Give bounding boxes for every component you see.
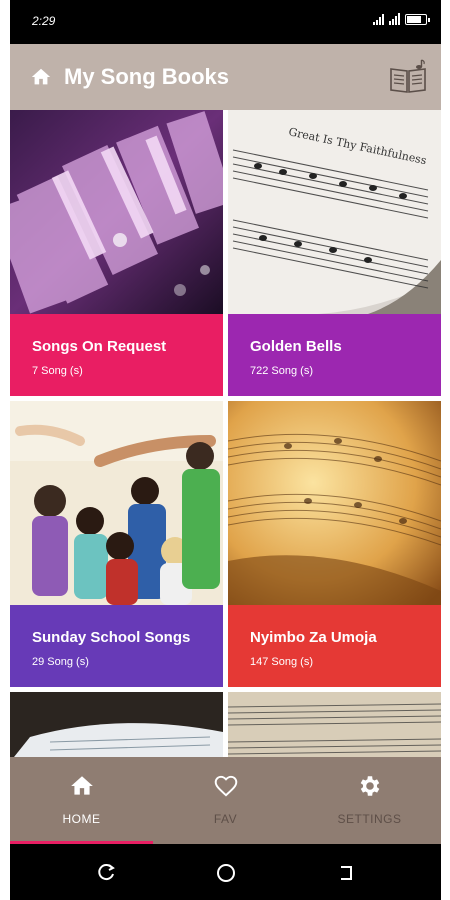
songbook-icon[interactable]: [389, 59, 427, 95]
nav-label-fav: FAV: [213, 812, 238, 826]
songbook-card-partial[interactable]: [10, 692, 223, 757]
songbook-title: Sunday School Songs: [32, 629, 191, 646]
system-navigation-bar: [10, 844, 441, 900]
songbook-cover-image: Great Is Thy Faithfulness: [228, 110, 441, 314]
app-bar: My Song Books: [10, 44, 441, 110]
status-icons: [373, 13, 430, 25]
songbook-title: Songs On Request: [32, 338, 167, 355]
home-icon: [71, 776, 93, 795]
home-icon[interactable]: [30, 66, 52, 88]
songbook-count: 147 Song (s): [250, 656, 313, 668]
page-title: My Song Books: [64, 64, 230, 89]
songbook-cover-image: [228, 401, 441, 605]
songbook-cover-image: [10, 401, 223, 605]
songbook-title: Golden Bells: [250, 338, 342, 355]
songbook-count: 7 Song (s): [32, 365, 83, 377]
songbook-cover-image: [10, 110, 223, 314]
songbook-card-band: Golden Bells 722 Song (s): [228, 314, 441, 396]
back-icon[interactable]: [335, 862, 357, 884]
battery-icon: [405, 13, 430, 25]
recent-apps-icon[interactable]: [95, 862, 117, 884]
songbook-card-golden-bells[interactable]: Great Is Thy Faithfulness Golden Bells 7…: [228, 110, 441, 396]
songbook-card-sunday-school-songs[interactable]: Sunday School Songs 29 Song (s): [10, 401, 223, 687]
songbook-card-partial[interactable]: [228, 692, 441, 757]
songbook-count: 722 Song (s): [250, 365, 313, 377]
nav-item-settings[interactable]: SETTINGS: [298, 757, 441, 844]
status-bar: 2:29: [10, 0, 441, 44]
nav-label-settings: SETTINGS: [337, 812, 402, 826]
songbook-card-nyimbo-za-umoja[interactable]: Nyimbo Za Umoja 147 Song (s): [228, 401, 441, 687]
songbook-card-band: Nyimbo Za Umoja 147 Song (s): [228, 605, 441, 687]
signal-icon-2: [389, 13, 400, 25]
signal-icon: [373, 13, 384, 25]
nav-label-home: HOME: [62, 812, 101, 826]
status-time: 2:29: [32, 14, 56, 28]
songbook-grid: Songs On Request 7 Song (s) Great Is Thy…: [10, 110, 441, 757]
phone-screen: 2:29 My Song Books Songs On Request 7 So…: [10, 0, 441, 900]
songbook-card-band: Sunday School Songs 29 Song (s): [10, 605, 223, 687]
songbook-card-songs-on-request[interactable]: Songs On Request 7 Song (s): [10, 110, 223, 396]
nav-item-home[interactable]: HOME: [10, 757, 153, 844]
songbook-title: Nyimbo Za Umoja: [250, 629, 377, 646]
heart-icon: [214, 775, 238, 797]
home-circle-icon[interactable]: [215, 862, 237, 884]
nav-item-fav[interactable]: FAV: [154, 757, 297, 844]
bottom-navigation: HOME FAV SETTINGS: [10, 757, 441, 844]
songbook-card-band: Songs On Request 7 Song (s): [10, 314, 223, 396]
gear-icon: [360, 776, 380, 796]
songbook-count: 29 Song (s): [32, 656, 89, 668]
